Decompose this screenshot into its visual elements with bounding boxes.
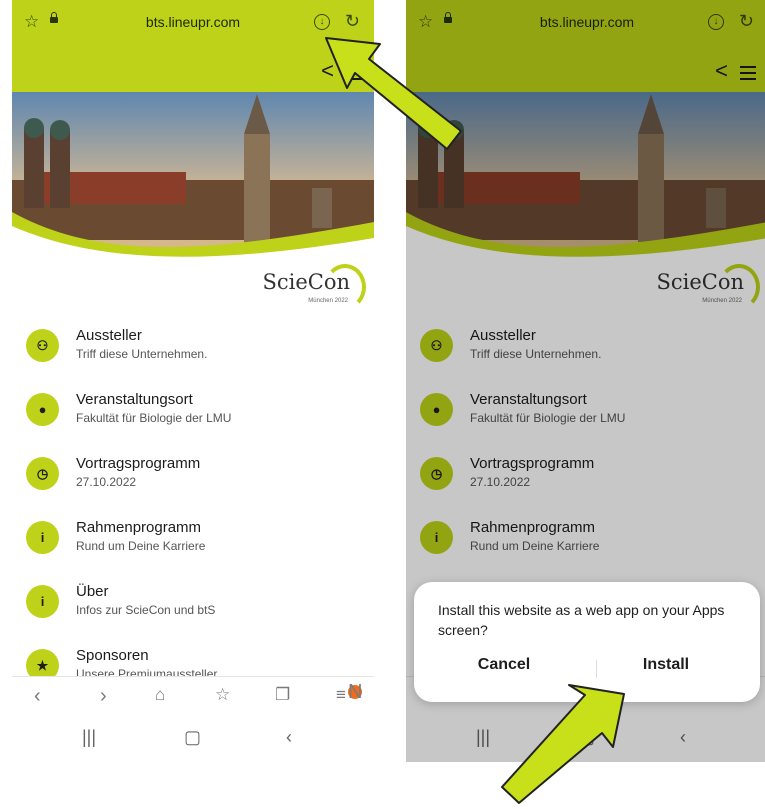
menu-item-rahmenprogramm[interactable]: i Rahmenprogramm Rund um Deine Karriere — [12, 512, 374, 568]
menu-item-subtitle: Triff diese Unternehmen. — [76, 347, 208, 361]
cancel-button[interactable]: Cancel — [424, 656, 584, 674]
menu-item-title: Vortragsprogramm — [76, 455, 201, 472]
system-navigation-bar: ||| ▢ ‹ — [12, 718, 374, 762]
dialog-message: Install this website as a web app on you… — [438, 602, 725, 638]
forward-arrow-icon[interactable]: › — [100, 685, 107, 708]
menu-item-subtitle: Infos zur ScieCon und btS — [76, 603, 216, 617]
phone-screen-install-dialog: ☆ bts.lineupr.com ↓ ↻ < ScieCon München … — [406, 0, 765, 762]
menu-item-subtitle: 27.10.2022 — [76, 475, 137, 489]
notification-badge: N — [348, 681, 363, 703]
menu-item-veranstaltungsort[interactable]: ● Veranstaltungsort Fakultät für Biologi… — [12, 384, 374, 440]
menu-lines-icon[interactable]: ≡ — [336, 685, 346, 705]
browser-bottom-toolbar: ‹ › ⌂ ☆ ❐ ≡ N — [12, 676, 374, 719]
system-home-icon[interactable]: ▢ — [184, 727, 201, 748]
menu-item-title: Über — [76, 583, 109, 600]
menu-item-subtitle: Fakultät für Biologie der LMU — [76, 411, 232, 425]
back-arrow-icon[interactable]: ‹ — [34, 685, 41, 708]
menu-item-vortragsprogramm[interactable]: ◷ Vortragsprogramm 27.10.2022 — [12, 448, 374, 504]
menu-item-title: Veranstaltungsort — [76, 391, 193, 408]
install-button[interactable]: Install — [586, 656, 746, 674]
tabs-icon[interactable]: ❐ — [275, 685, 290, 705]
location-pin-icon: ● — [26, 393, 59, 426]
logo-wordmark: ScieCon — [262, 270, 350, 294]
people-icon: ⚇ — [26, 329, 59, 362]
city-skyline-image — [12, 92, 374, 262]
clock-icon: ◷ — [26, 457, 59, 490]
share-icon[interactable]: < — [321, 58, 334, 84]
install-download-icon[interactable]: ↓ — [314, 14, 330, 30]
recent-apps-icon[interactable]: ||| — [82, 727, 96, 748]
menu-item-subtitle: Rund um Deine Karriere — [76, 539, 206, 553]
system-back-icon[interactable]: ‹ — [286, 727, 292, 748]
logo-subtitle: München 2022 — [308, 298, 348, 304]
bookmarks-icon[interactable]: ☆ — [215, 685, 230, 705]
menu-item-ueber[interactable]: i Über Infos zur ScieCon und btS — [12, 576, 374, 632]
menu-item-title: Rahmenprogramm — [76, 519, 202, 536]
info-icon: i — [26, 585, 59, 618]
phone-screen-before: ☆ bts.lineupr.com ↓ ↻ < ScieCon München … — [12, 0, 374, 762]
app-header: < — [12, 50, 374, 92]
menu-item-title: Aussteller — [76, 327, 142, 344]
install-web-app-dialog: Install this website as a web app on you… — [414, 582, 760, 702]
menu-item-title: Sponsoren — [76, 647, 149, 664]
hamburger-menu-icon[interactable] — [346, 66, 362, 80]
menu-item-aussteller[interactable]: ⚇ Aussteller Triff diese Unternehmen. — [12, 320, 374, 376]
info-icon: i — [26, 521, 59, 554]
browser-address-bar: ☆ bts.lineupr.com ↓ ↻ — [12, 0, 374, 50]
reload-icon[interactable]: ↻ — [345, 11, 360, 32]
sciecon-logo: ScieCon München 2022 — [256, 262, 366, 312]
home-icon[interactable]: ⌂ — [155, 685, 165, 705]
